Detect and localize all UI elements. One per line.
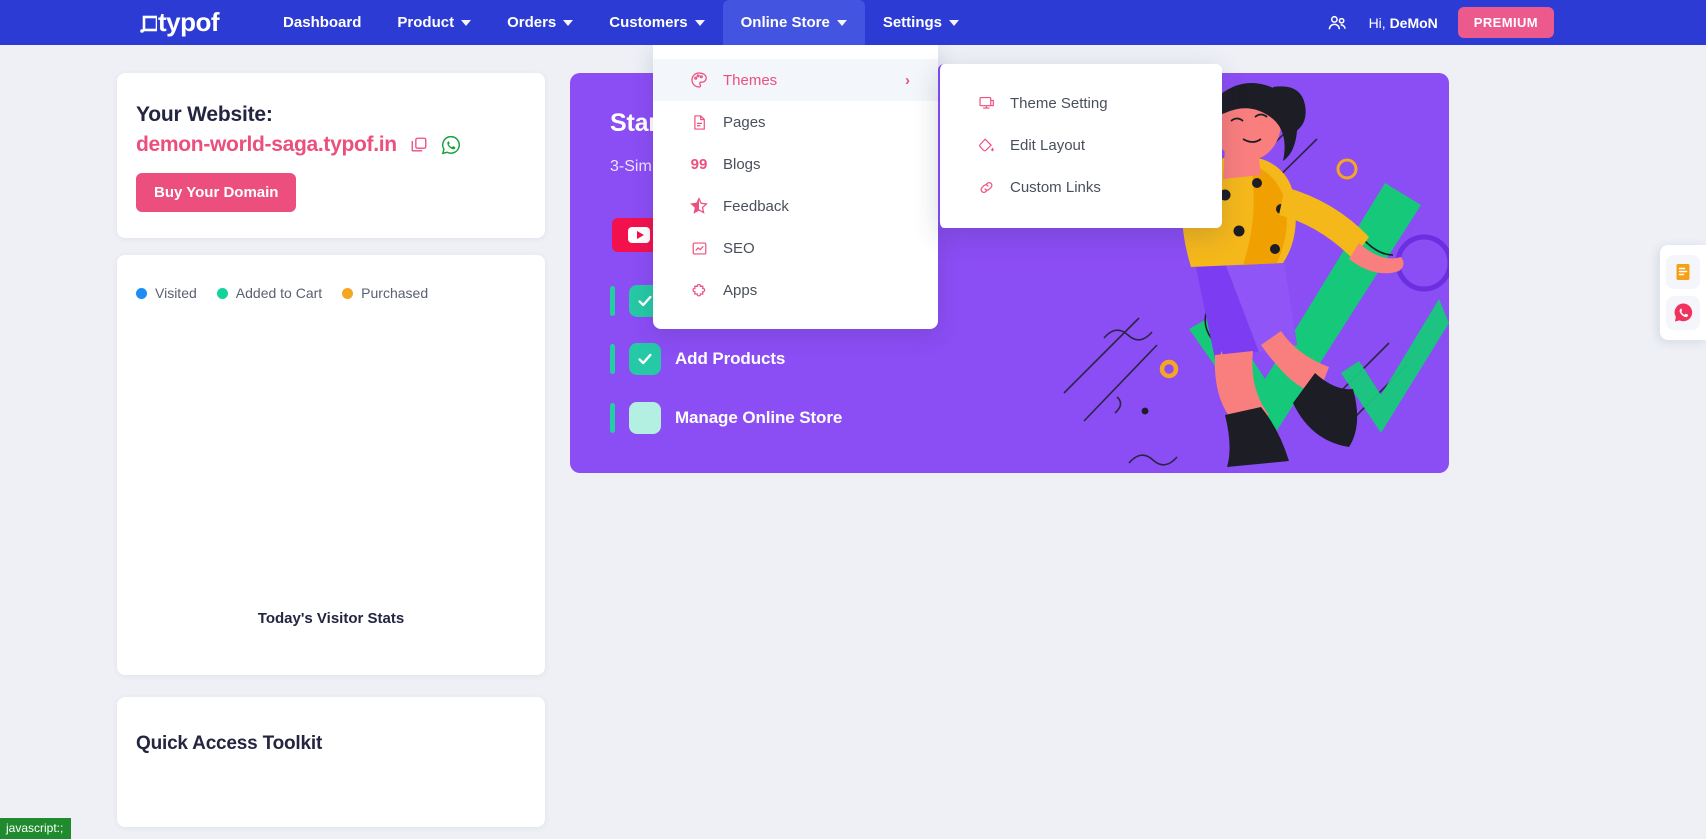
visitor-stats-card: Visited Added to Cart Purchased Today's … bbox=[117, 255, 545, 675]
website-url-row: demon-world-saga.typof.in bbox=[136, 133, 545, 157]
nav-customers-label: Customers bbox=[609, 14, 688, 31]
chevron-down-icon bbox=[461, 19, 472, 26]
submenu-item-custom-links[interactable]: Custom Links bbox=[940, 166, 1222, 208]
hero-step-manage-online-store[interactable]: Manage Online Store bbox=[610, 402, 842, 434]
themes-submenu: Theme Setting Edit Layout Custom Links bbox=[938, 64, 1222, 228]
top-navbar: typof Dashboard Product Orders Customers… bbox=[0, 0, 1706, 45]
notes-icon[interactable] bbox=[1666, 255, 1700, 290]
document-icon bbox=[689, 112, 709, 132]
chevron-down-icon bbox=[836, 19, 847, 26]
stats-caption: Today's Visitor Stats bbox=[257, 610, 405, 627]
step-checkbox-checked-icon[interactable] bbox=[629, 343, 661, 375]
submenu-item-label: Edit Layout bbox=[1010, 136, 1086, 154]
nav-online-store-label: Online Store bbox=[740, 14, 830, 31]
step-checkbox-unchecked-icon[interactable] bbox=[629, 402, 661, 434]
typof-logo[interactable]: typof bbox=[140, 7, 220, 38]
step-label: Manage Online Store bbox=[675, 408, 843, 427]
website-card: Your Website: demon-world-saga.typof.in … bbox=[117, 73, 545, 238]
quick-access-toolkit-title: Quick Access Toolkit bbox=[136, 733, 323, 754]
chevron-down-icon bbox=[949, 19, 960, 26]
dropdown-item-label: Themes bbox=[723, 71, 778, 89]
dropdown-item-pages[interactable]: Pages bbox=[653, 101, 938, 143]
nav-items: Dashboard Product Orders Customers Onlin… bbox=[265, 0, 977, 45]
nav-orders-label: Orders bbox=[507, 14, 557, 31]
online-store-dropdown: Themes › Pages 99 Blogs Feedback SEO App… bbox=[653, 45, 938, 329]
nav-settings[interactable]: Settings bbox=[865, 0, 977, 45]
dropdown-item-seo[interactable]: SEO bbox=[653, 227, 938, 269]
legend-dot-icon bbox=[342, 287, 354, 299]
star-icon bbox=[689, 196, 709, 216]
user-name: DeMoN bbox=[1389, 14, 1438, 31]
palette-icon bbox=[689, 70, 709, 90]
legend-item-purchased[interactable]: Purchased bbox=[342, 285, 428, 301]
whatsapp-icon[interactable] bbox=[441, 135, 461, 155]
navbar-right: Hi, DeMoN PREMIUM bbox=[1327, 0, 1554, 45]
hero-subtitle: 3-Sim bbox=[610, 158, 652, 175]
step-accent-bar bbox=[610, 344, 615, 374]
puzzle-icon bbox=[689, 280, 709, 300]
step-accent-bar bbox=[610, 286, 615, 316]
link-icon bbox=[976, 177, 996, 197]
youtube-icon bbox=[628, 227, 650, 243]
dropdown-item-label: SEO bbox=[723, 239, 755, 257]
submenu-item-theme-setting[interactable]: Theme Setting bbox=[940, 82, 1222, 124]
step-accent-bar bbox=[610, 403, 615, 433]
nav-dashboard[interactable]: Dashboard bbox=[265, 0, 379, 45]
monitor-icon bbox=[976, 93, 996, 113]
legend-label: Purchased bbox=[361, 285, 429, 301]
dropdown-item-label: Apps bbox=[723, 281, 758, 299]
logo-mark-icon bbox=[140, 15, 157, 33]
paint-bucket-icon bbox=[976, 135, 996, 155]
website-card-title: Your Website: bbox=[136, 103, 273, 126]
hero-step-add-products[interactable]: Add Products bbox=[610, 343, 785, 375]
step-label: Add Products bbox=[675, 349, 786, 368]
nav-dashboard-label: Dashboard bbox=[283, 14, 362, 31]
submenu-item-label: Theme Setting bbox=[1010, 94, 1108, 112]
dropdown-item-themes[interactable]: Themes › bbox=[653, 59, 938, 101]
legend-label: Visited bbox=[155, 285, 197, 301]
chevron-down-icon bbox=[694, 19, 705, 26]
stats-legend: Visited Added to Cart Purchased bbox=[136, 285, 545, 301]
people-icon[interactable] bbox=[1327, 14, 1349, 32]
nav-customers[interactable]: Customers bbox=[591, 0, 722, 45]
website-url[interactable]: demon-world-saga.typof.in bbox=[136, 133, 397, 157]
dropdown-item-blogs[interactable]: 99 Blogs bbox=[653, 143, 938, 185]
whatsapp-icon[interactable] bbox=[1666, 295, 1700, 330]
nav-settings-label: Settings bbox=[882, 14, 943, 31]
submenu-item-edit-layout[interactable]: Edit Layout bbox=[940, 124, 1222, 166]
floating-side-panel bbox=[1660, 245, 1706, 340]
submenu-item-label: Custom Links bbox=[1010, 178, 1101, 196]
chevron-down-icon bbox=[563, 19, 574, 26]
legend-dot-icon bbox=[216, 287, 228, 299]
legend-item-added-to-cart[interactable]: Added to Cart bbox=[216, 285, 323, 301]
dropdown-item-label: Feedback bbox=[723, 197, 789, 215]
user-greeting: Hi, DeMoN bbox=[1368, 14, 1438, 31]
copy-icon[interactable] bbox=[410, 136, 428, 154]
legend-dot-icon bbox=[136, 287, 147, 299]
chevron-right-icon: › bbox=[905, 71, 910, 89]
dropdown-item-label: Pages bbox=[723, 113, 766, 131]
nav-orders[interactable]: Orders bbox=[489, 0, 591, 45]
premium-button[interactable]: PREMIUM bbox=[1457, 7, 1554, 38]
dropdown-item-feedback[interactable]: Feedback bbox=[653, 185, 938, 227]
legend-item-visited[interactable]: Visited bbox=[136, 285, 197, 301]
seo-chart-icon bbox=[689, 238, 709, 258]
quote-icon: 99 bbox=[690, 155, 708, 173]
legend-label: Added to Cart bbox=[235, 285, 323, 301]
logo-text: typof bbox=[158, 7, 220, 37]
quick-access-toolkit-card: Quick Access Toolkit bbox=[117, 697, 545, 827]
nav-product[interactable]: Product bbox=[379, 0, 489, 45]
nav-online-store[interactable]: Online Store bbox=[722, 0, 865, 45]
dropdown-item-apps[interactable]: Apps bbox=[653, 269, 938, 311]
buy-domain-button[interactable]: Buy Your Domain bbox=[136, 173, 297, 212]
dropdown-item-label: Blogs bbox=[723, 155, 761, 173]
nav-product-label: Product bbox=[397, 14, 455, 31]
browser-status-bar: javascript:; bbox=[0, 818, 72, 839]
